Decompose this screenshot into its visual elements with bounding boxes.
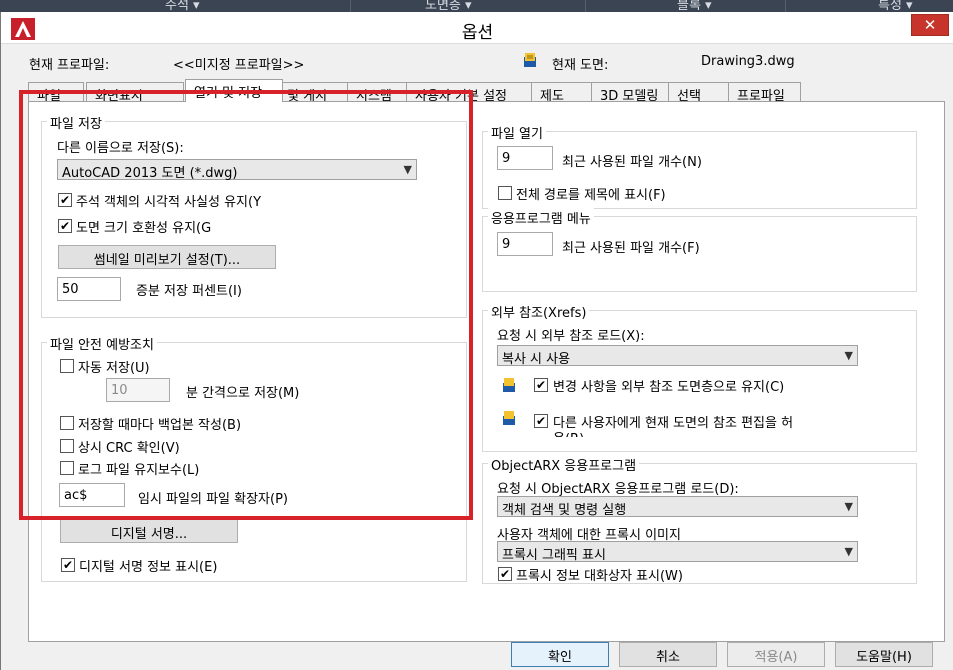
xref-demand-load-value: 복사 시 사용 [502,352,571,367]
digital-signatures-button[interactable]: 디지털 서명... [60,519,238,543]
group-title: 외부 참조(Xrefs) [488,302,590,321]
help-button[interactable]: 도움말(H) [835,642,933,667]
app-menu-group: 응용프로그램 메뉴 9 최근 사용된 파일 개수(F) [482,208,917,292]
profile-label: 현재 프로파일: [29,58,110,73]
proxy-images-value: 프록시 그래픽 표시 [502,548,606,563]
tab-3d-modeling[interactable]: 3D 모델링 [591,82,671,104]
ribbon-separator [785,0,786,12]
digital-signature-info-label: 디지털 서명 정보 표시(E) [79,560,218,575]
xref-demand-load-label: 요청 시 외부 참조 로드(X): [497,329,645,344]
dialog-title: 옵션 [461,23,494,43]
group-title: ObjectARX 응용프로그램 [488,455,640,474]
xref-demand-load-select[interactable]: 복사 시 사용 ▼ [497,345,858,367]
ribbon-strip: 주석 ▾ 도면층 ▾ 블록 ▾ 특성 ▾ [0,0,953,12]
objectarx-group: ObjectARX 응용프로그램 요청 시 ObjectARX 응용프로그램 로… [482,455,917,584]
full-path-label: 전체 경로를 제목에 표시(F) [516,188,666,203]
allow-edit-reference-label-cont: 용(R) [553,428,584,437]
ribbon-separator [350,0,351,12]
drawing-label: 현재 도면: [552,58,609,73]
drawing-icon [503,411,515,425]
full-path-checkbox[interactable] [498,186,512,200]
allow-edit-reference-label: 다른 사용자에게 현재 도면의 참조 편집을 허 [553,416,794,431]
title-bar: 옵션 ✕ [1,12,953,44]
proxy-info-label: 프록시 정보 대화상자 표시(W) [516,569,683,584]
allow-edit-reference-checkbox[interactable]: ✔ [534,414,548,428]
file-open-group: 파일 열기 9 최근 사용된 파일 개수(N) 전체 경로를 제목에 표시(F) [482,123,917,209]
proxy-info-checkbox[interactable]: ✔ [498,567,512,581]
close-button[interactable]: ✕ [911,14,949,36]
tab-profiles[interactable]: 프로파일 [728,82,801,104]
open-recent-count-input[interactable]: 9 [497,146,553,170]
highlight-box [19,90,473,520]
cancel-button[interactable]: 취소 [619,642,717,667]
drawing-icon [524,53,536,67]
tab-drafting[interactable]: 제도 [531,82,595,104]
ok-button[interactable]: 확인 [511,642,609,667]
arx-demand-load-label: 요청 시 ObjectARX 응용프로그램 로드(D): [497,482,739,497]
retain-xref-layer-label: 변경 사항을 외부 참조 도면층으로 유지(C) [553,380,785,395]
ribbon-separator [585,0,586,12]
xrefs-group: 외부 참조(Xrefs) 요청 시 외부 참조 로드(X): 복사 시 사용 ▼… [482,302,917,452]
group-title: 응용프로그램 메뉴 [488,208,594,227]
ribbon-item-annotate[interactable]: 주석 ▾ [165,0,200,12]
menu-recent-count-input[interactable]: 9 [497,232,553,256]
apply-button[interactable]: 적용(A) [727,642,825,667]
tab-selection[interactable]: 선택 [668,82,732,104]
options-dialog: 옵션 ✕ 현재 프로파일: <<미지정 프로파일>> 현재 도면: Drawin… [0,12,953,670]
arx-demand-load-value: 객체 검색 및 명령 실행 [502,503,627,518]
digital-signature-info-checkbox[interactable]: ✔ [61,558,75,572]
menu-recent-count-label: 최근 사용된 파일 개수(F) [562,241,700,256]
ribbon-item-properties[interactable]: 특성 ▾ [878,0,913,12]
drawing-value: Drawing3.dwg [701,54,795,69]
profile-value: <<미지정 프로파일>> [173,58,305,73]
arx-demand-load-select[interactable]: 객체 검색 및 명령 실행 ▼ [497,496,858,518]
ribbon-item-block[interactable]: 블록 ▾ [677,0,712,12]
chevron-down-icon: ▼ [844,545,853,558]
chevron-down-icon: ▼ [844,349,853,362]
chevron-down-icon: ▼ [844,500,853,513]
group-title: 파일 열기 [488,123,546,142]
proxy-images-select[interactable]: 프록시 그래픽 표시 ▼ [497,541,858,563]
ribbon-item-layers[interactable]: 도면층 ▾ [425,0,472,12]
open-recent-count-label: 최근 사용된 파일 개수(N) [562,155,702,170]
drawing-icon [503,378,515,392]
retain-xref-layer-checkbox[interactable]: ✔ [534,378,548,392]
